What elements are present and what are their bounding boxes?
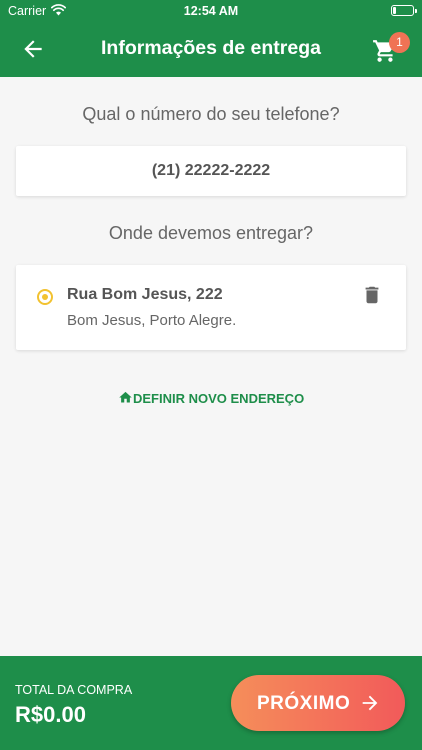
status-time: 12:54 AM (183, 4, 239, 18)
home-icon (119, 391, 132, 403)
total-label: TOTAL DA COMPRA (15, 683, 133, 697)
address-street: Rua Bom Jesus, 222 (67, 286, 223, 303)
new-address-label: DEFINIR NOVO ENDEREÇO (133, 391, 305, 406)
address-city: Bom Jesus, Porto Alegre. (67, 312, 237, 329)
header: Informações de entrega 1 (0, 22, 422, 77)
address-card[interactable]: Rua Bom Jesus, 222 Bom Jesus, Porto Aleg… (16, 265, 406, 350)
next-button-label: PRÓXIMO (257, 693, 351, 714)
address-question: Onde devemos entregar? (108, 223, 314, 243)
total-value: R$0.00 (15, 702, 86, 727)
battery-icon (391, 5, 417, 16)
phone-value: (21) 22222-2222 (151, 162, 271, 179)
phone-question: Qual o número do seu telefone? (82, 104, 340, 124)
status-bar: Carrier 12:54 AM (0, 0, 422, 22)
phone-field[interactable]: (21) 22222-2222 (16, 146, 406, 196)
address-radio[interactable] (37, 289, 53, 305)
battery-level (393, 7, 396, 14)
page-title: Informações de entrega (101, 37, 321, 59)
radio-selected-dot (42, 294, 48, 300)
arrow-right-icon (362, 695, 378, 711)
trash-icon[interactable] (361, 284, 383, 306)
next-button[interactable]: PRÓXIMO (231, 675, 405, 731)
cart-count-badge: 1 (389, 32, 410, 53)
footer: TOTAL DA COMPRA R$0.00 PRÓXIMO (0, 656, 422, 750)
